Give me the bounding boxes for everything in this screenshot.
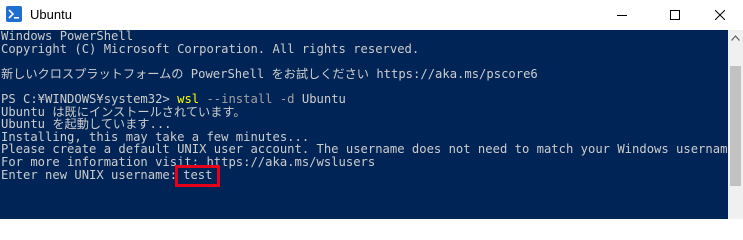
output-line: Ubuntu を起動しています... bbox=[1, 117, 172, 132]
scrollbar-thumb[interactable] bbox=[730, 66, 741, 186]
output-line: 新しいクロスプラットフォームの PowerShell をお試しください http… bbox=[1, 66, 538, 81]
shell-prompt: PS C:¥WINDOWS¥system32> bbox=[1, 91, 178, 106]
minimize-button[interactable] bbox=[599, 0, 645, 30]
vertical-scrollbar[interactable] bbox=[728, 30, 743, 219]
title-bar[interactable]: Ubuntu bbox=[0, 0, 743, 30]
maximize-icon bbox=[670, 10, 680, 20]
minimize-icon bbox=[617, 15, 627, 16]
close-icon bbox=[715, 10, 725, 20]
scroll-up-button[interactable] bbox=[728, 30, 743, 46]
close-button[interactable] bbox=[697, 0, 743, 30]
username-input-highlight[interactable]: test bbox=[175, 164, 221, 188]
window-title: Ubuntu bbox=[30, 7, 72, 22]
terminal-window: Ubuntu Windows PowerShell Copyright (C) … bbox=[0, 0, 743, 219]
ubuntu-terminal-icon bbox=[6, 6, 22, 22]
command-value: Ubuntu bbox=[301, 91, 346, 106]
username-prompt-line: Enter new UNIX username: test bbox=[1, 164, 728, 188]
output-line: Copyright (C) Microsoft Corporation. All… bbox=[1, 41, 420, 56]
username-prompt: Enter new UNIX username: bbox=[1, 167, 178, 182]
command-line: PS C:¥WINDOWS¥system32> wsl --install -d… bbox=[1, 93, 728, 106]
maximize-button[interactable] bbox=[652, 0, 698, 30]
command-args: --install -d bbox=[199, 91, 302, 106]
username-input[interactable]: test bbox=[183, 168, 212, 182]
terminal-output[interactable]: Windows PowerShell Copyright (C) Microso… bbox=[0, 29, 742, 219]
chevron-up-icon bbox=[731, 35, 740, 41]
output-line: Windows PowerShell bbox=[1, 29, 134, 43]
command-name: wsl bbox=[177, 91, 200, 106]
